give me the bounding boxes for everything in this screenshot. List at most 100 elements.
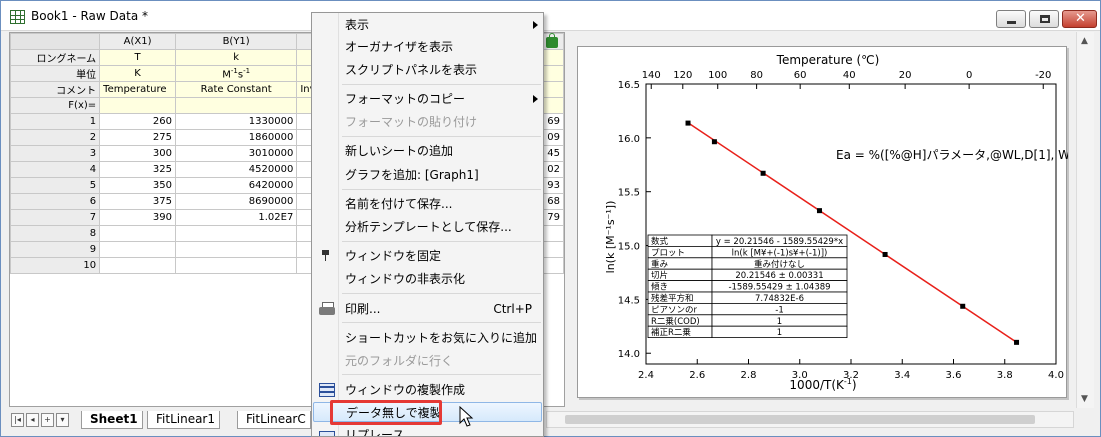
menu-separator (342, 374, 541, 375)
long-name-a[interactable]: T (99, 49, 176, 66)
menu-item[interactable]: スクリプトパネルを表示 (313, 60, 542, 80)
column-header-a[interactable]: A(X1) (99, 33, 176, 50)
tab-fitlinear1[interactable]: FitLinear1 (147, 411, 220, 429)
cell-rate-constant[interactable]: 1860000 (174, 129, 298, 146)
ea-annotation[interactable]: Ea = %([%@H]パラメータ,@WL,D[1], W (836, 148, 1070, 162)
pin-icon (322, 250, 329, 261)
menu-item[interactable]: リプレース (313, 425, 542, 436)
row-label-long-name[interactable]: ロングネーム (10, 49, 101, 66)
row-number[interactable]: 3 (10, 145, 101, 162)
row-label-comment[interactable]: コメント (10, 81, 101, 98)
fx-b[interactable] (174, 97, 298, 114)
maximize-icon (1040, 15, 1050, 23)
maximize-button[interactable] (1029, 10, 1059, 28)
cell-rate-constant[interactable]: 4520000 (174, 161, 298, 178)
cell-rate-constant[interactable]: 1330000 (174, 113, 298, 130)
tab-fitlinearc[interactable]: FitLinearC (237, 411, 311, 429)
cell-temperature[interactable] (99, 257, 176, 274)
row-number[interactable]: 6 (10, 193, 101, 210)
duplicate-window-icon (319, 383, 335, 397)
menu-item[interactable]: 表示 (313, 15, 542, 35)
arrhenius-chart: 2.4 2.6 2.8 3.0 3.2 3.4 3.6 3.8 4.014.014.515.01… (604, 53, 1070, 392)
x-axis-label: 1000/T(K-1) (789, 377, 856, 392)
tab-sheet1[interactable]: Sheet1 (81, 411, 143, 429)
row-number[interactable]: 5 (10, 177, 101, 194)
vertical-scrollbar[interactable]: ▲ ▼ (1076, 32, 1094, 408)
window-title: Book1 - Raw Data * (31, 9, 148, 23)
menu-separator (342, 322, 541, 323)
row-number[interactable]: 2 (10, 129, 101, 146)
title-bar[interactable]: Book1 - Raw Data * ✕ (1, 1, 1100, 31)
column-header-b[interactable]: B(Y1) (174, 33, 298, 50)
cell-temperature[interactable] (99, 225, 176, 242)
row-label-fx[interactable]: F(x)= (10, 97, 101, 114)
scroll-down-icon[interactable]: ▼ (1081, 394, 1088, 404)
fit-table-key: 数式 (651, 236, 669, 247)
lock-icon (546, 33, 558, 48)
sheet-list-button[interactable]: ▾ (56, 413, 69, 427)
cell-rate-constant[interactable]: 6420000 (174, 177, 298, 194)
scroll-up-icon[interactable]: ▲ (1081, 36, 1088, 46)
menu-item[interactable]: 元のフォルダに行く (313, 351, 542, 371)
unit-a[interactable]: K (99, 65, 176, 82)
fit-table-value: 重み付けなし (754, 259, 805, 270)
cell-temperature[interactable]: 350 (99, 177, 176, 194)
close-button[interactable]: ✕ (1062, 10, 1097, 28)
menu-item[interactable]: ウィンドウを固定 (313, 246, 542, 266)
menu-item[interactable]: グラフを追加: [Graph1] (313, 165, 542, 185)
scroll-thumb[interactable] (565, 415, 1035, 424)
cell-rate-constant[interactable] (174, 257, 298, 274)
data-point (882, 251, 888, 257)
data-point (760, 170, 766, 176)
menu-item[interactable]: 名前を付けて保存... (313, 194, 542, 214)
fit-results-table[interactable]: 数式 y = 20.21546 - 1589.55429*x プロット ln(k [M… (647, 234, 848, 338)
menu-separator (342, 84, 541, 85)
fit-table-value: 1 (777, 317, 782, 327)
cell-rate-constant[interactable]: 1.02E7 (174, 209, 298, 226)
cell-temperature[interactable]: 275 (99, 129, 176, 146)
x-tick-label: 2.6 (689, 370, 705, 381)
fx-a[interactable] (99, 97, 176, 114)
row-number[interactable]: 4 (10, 161, 101, 178)
menu-item[interactable]: フォーマットの貼り付け (313, 112, 542, 132)
cell-temperature[interactable]: 375 (99, 193, 176, 210)
cell-rate-constant[interactable]: 8690000 (174, 193, 298, 210)
cell-rate-constant[interactable] (174, 241, 298, 258)
menu-item[interactable]: ウィンドウの複製作成 (313, 380, 542, 400)
menu-item[interactable]: ショートカットをお気に入りに追加 (313, 328, 542, 348)
row-number[interactable]: 8 (10, 225, 101, 242)
cell-rate-constant[interactable]: 3010000 (174, 145, 298, 162)
row-number[interactable]: 10 (10, 257, 101, 274)
cell-temperature[interactable]: 390 (99, 209, 176, 226)
menu-item[interactable]: 新しいシートの追加 (313, 141, 542, 161)
fit-table-value: 1 (777, 328, 782, 338)
comment-b[interactable]: Rate Constant (174, 81, 298, 98)
cell-rate-constant[interactable] (174, 225, 298, 242)
add-sheet-button[interactable]: + (41, 413, 54, 427)
row-label-unit[interactable]: 単位 (10, 65, 101, 82)
fit-table-value: 7.74832E-6 (755, 294, 804, 304)
long-name-b[interactable]: k (174, 49, 298, 66)
grid-corner[interactable] (10, 33, 101, 50)
menu-item[interactable]: 分析テンプレートとして保存... (313, 217, 542, 237)
graph-window[interactable]: 2.4 2.6 2.8 3.0 3.2 3.4 3.6 3.8 4.0 14.0 14.5 15.0 1… (577, 46, 1070, 398)
fit-table-value: ln(k [M¥+(-1)s¥+(-1)]) (732, 248, 828, 258)
cell-temperature[interactable]: 325 (99, 161, 176, 178)
cell-temperature[interactable]: 300 (99, 145, 176, 162)
first-sheet-button[interactable]: |◂ (11, 413, 24, 427)
comment-a[interactable]: Temperature (99, 81, 176, 98)
row-number[interactable]: 1 (10, 113, 101, 130)
menu-item[interactable]: ウィンドウの非表示化 (313, 269, 542, 289)
menu-item[interactable]: フォーマットのコピー (313, 89, 542, 109)
row-number[interactable]: 9 (10, 241, 101, 258)
cell-temperature[interactable]: 260 (99, 113, 176, 130)
minimize-button[interactable] (996, 10, 1026, 28)
cell-temperature[interactable] (99, 241, 176, 258)
menu-item[interactable]: オーガナイザを表示 (313, 37, 542, 57)
row-number[interactable]: 7 (10, 209, 101, 226)
data-point (711, 139, 717, 145)
prev-sheet-button[interactable]: ◂ (26, 413, 39, 427)
menu-item[interactable]: 印刷... Ctrl+P (313, 299, 542, 319)
unit-b[interactable]: M-1s-1 (174, 65, 298, 82)
horizontal-scrollbar[interactable] (546, 411, 1074, 428)
